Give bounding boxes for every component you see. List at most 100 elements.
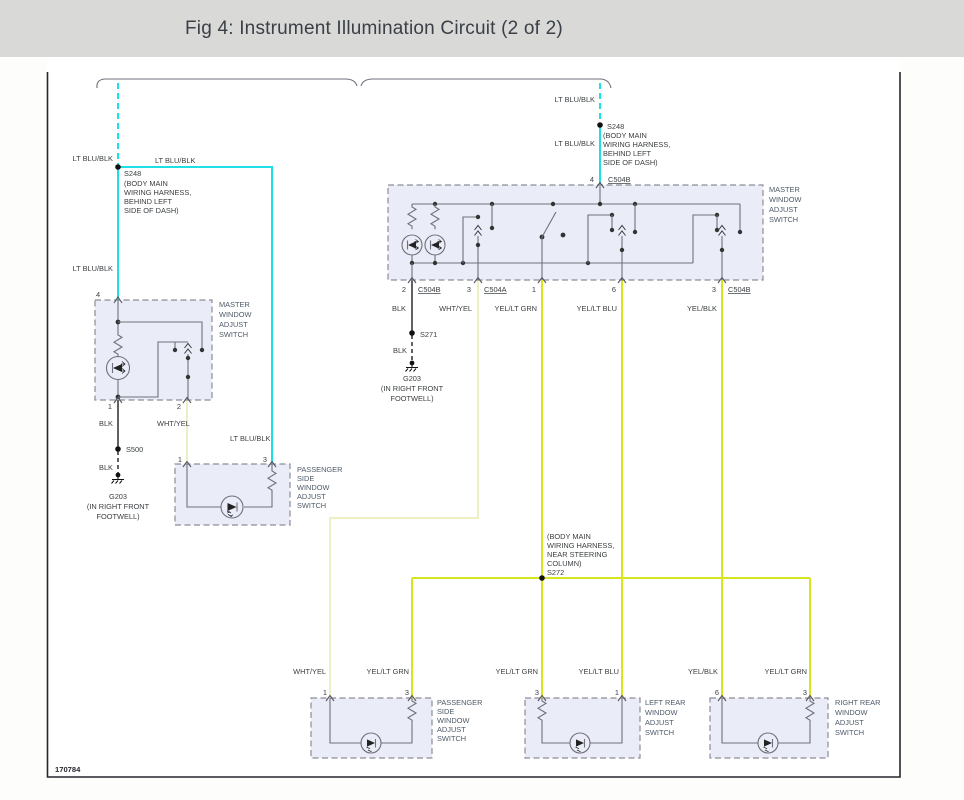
wire-label: YEL/LT BLU: [577, 304, 617, 313]
wire-label: BLK: [99, 419, 113, 428]
splice-s272: [539, 575, 545, 581]
component-label: RIGHT REAR: [835, 698, 880, 707]
wire-label: LT BLU/BLK: [73, 154, 113, 163]
splice-note: BEHIND LEFT: [124, 197, 173, 206]
splice-note: (BODY MAIN: [603, 131, 647, 140]
splice-note: BEHIND LEFT: [603, 149, 652, 158]
splice-note: WIRING HARNESS,: [547, 541, 614, 550]
ground-note: (IN RIGHT FRONT: [87, 502, 150, 511]
figure-title: Fig 4: Instrument Illumination Circuit (…: [185, 18, 563, 39]
component-label: PASSENGER: [437, 698, 482, 707]
splice-s248-left: [115, 164, 121, 170]
splice-note: SIDE OF DASH): [603, 158, 658, 167]
pin-number: 1: [323, 688, 327, 697]
splice-s500: [115, 446, 121, 452]
pin-number: 6: [715, 688, 719, 697]
splice-note: SIDE OF DASH): [124, 206, 179, 215]
wire-label: WHT/YEL: [157, 419, 190, 428]
splice-note: WIRING HARNESS,: [124, 188, 191, 197]
component-label: LEFT REAR: [645, 698, 686, 707]
component-label: ADJUST: [769, 205, 798, 214]
pin-number: 1: [108, 402, 112, 411]
wire-label: BLK: [393, 346, 407, 355]
connector-label[interactable]: C504B: [728, 285, 751, 294]
master-window-switch-left-box: [94, 299, 213, 401]
component-label: SWITCH: [219, 330, 248, 339]
ground-note: (IN RIGHT FRONT: [381, 384, 444, 393]
splice-label: S271: [420, 330, 437, 339]
splice-note: COLUMN): [547, 559, 582, 568]
component-label: ADJUST: [835, 718, 864, 727]
wire-label: YEL/BLK: [687, 304, 717, 313]
component-label: WINDOW: [437, 716, 469, 725]
pin-number: 1: [178, 455, 182, 464]
component-label: SWITCH: [835, 728, 864, 737]
wire-label: YEL/LT GRN: [765, 667, 807, 676]
component-label: WINDOW: [835, 708, 867, 717]
splice-s271: [409, 330, 415, 336]
master-window-switch-right-box: [387, 184, 764, 281]
pin-number: 1: [532, 285, 536, 294]
wire-label: BLK: [392, 304, 406, 313]
splice-label: S248: [124, 169, 141, 178]
wiring-diagram: LT BLU/BLK LT BLU/BLK S248 (BODY MAIN WI…: [46, 57, 901, 778]
pin-number: 3: [405, 688, 409, 697]
component-label: SWITCH: [437, 734, 466, 743]
pin-number: 4: [96, 290, 100, 299]
wire-label: LT BLU/BLK: [230, 434, 270, 443]
splice-note: (BODY MAIN: [124, 179, 168, 188]
component-label: SWITCH: [645, 728, 674, 737]
component-label: ADJUST: [219, 320, 248, 329]
component-label: SWITCH: [297, 501, 326, 510]
connector-label[interactable]: C504B: [418, 285, 441, 294]
wire-label: LT BLU/BLK: [73, 264, 113, 273]
pin-number: 2: [402, 285, 406, 294]
passenger-window-switch-upper-box: [174, 463, 291, 526]
pin-number: 2: [177, 402, 181, 411]
connector-label[interactable]: C504B: [608, 175, 631, 184]
ground-label: G203: [109, 492, 127, 501]
wire-label: YEL/LT GRN: [367, 667, 409, 676]
ground-note: FOOTWELL): [390, 394, 433, 403]
splice-note: (BODY MAIN: [547, 532, 591, 541]
wire-label: YEL/LT GRN: [495, 304, 537, 313]
component-label: WINDOW: [297, 483, 329, 492]
splice-label: S500: [126, 445, 143, 454]
pin-number: 6: [612, 285, 616, 294]
wire-label: YEL/LT BLU: [579, 667, 619, 676]
pin-number: 3: [263, 455, 267, 464]
component-label: MASTER: [219, 300, 250, 309]
component-label: WINDOW: [645, 708, 677, 717]
wire-label: YEL/BLK: [688, 667, 718, 676]
component-label: PASSENGER: [297, 465, 342, 474]
ground-label: G203: [403, 374, 421, 383]
passenger-window-switch-lower-box: [310, 697, 433, 759]
wire-label: LT BLU/BLK: [555, 95, 595, 104]
wire-label: WHT/YEL: [439, 304, 472, 313]
component-label: MASTER: [769, 185, 800, 194]
wire-label: LT BLU/BLK: [155, 156, 195, 165]
pin-number: 3: [803, 688, 807, 697]
component-label: ADJUST: [645, 718, 674, 727]
pin-number: 4: [590, 175, 594, 184]
splice-note: WIRING HARNESS,: [603, 140, 670, 149]
splice-s248-right: [597, 122, 603, 128]
pin-number: 1: [615, 688, 619, 697]
diagram-page: Fig 4: Instrument Illumination Circuit (…: [0, 0, 964, 800]
pin-number: 3: [712, 285, 716, 294]
component-label: SWITCH: [769, 215, 798, 224]
connector-label[interactable]: C504A: [484, 285, 507, 294]
component-label: WINDOW: [219, 310, 251, 319]
splice-note: NEAR STEERING: [547, 550, 608, 559]
ground-note: FOOTWELL): [96, 512, 139, 521]
pin-number: 3: [535, 688, 539, 697]
component-label: ADJUST: [297, 492, 326, 501]
wire-label: LT BLU/BLK: [555, 139, 595, 148]
splice-label: S272: [547, 568, 564, 577]
figure-code: 170784: [55, 765, 81, 774]
pin-number: 3: [467, 285, 471, 294]
wire-label: WHT/YEL: [293, 667, 326, 676]
component-label: SIDE: [437, 707, 454, 716]
component-label: WINDOW: [769, 195, 801, 204]
wire-label: YEL/LT GRN: [496, 667, 538, 676]
